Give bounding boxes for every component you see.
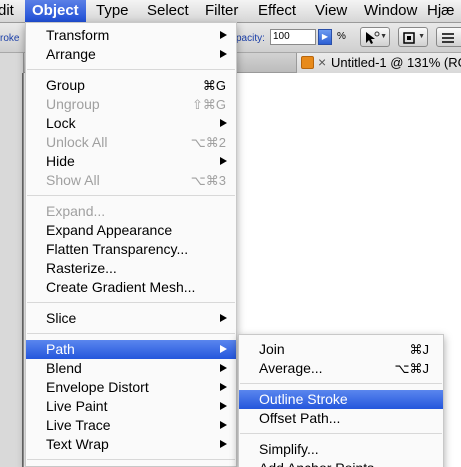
path-submenu: Join ⌘J Average... ⌥⌘J Outline Stroke Of… [238,334,444,467]
select-similar-icon [366,31,380,44]
menu-item-average[interactable]: Average... ⌥⌘J [239,359,443,378]
select-similar-button[interactable]: ▼ [360,27,390,47]
menu-item-simplify[interactable]: Simplify... [239,440,443,459]
menu-item-lock[interactable]: Lock [26,114,236,133]
transform-button[interactable]: ▼ [398,27,428,47]
menu-divider [27,459,235,460]
opacity-unit: % [337,31,346,42]
menu-item-join[interactable]: Join ⌘J [239,340,443,359]
menu-item-flatten-transparency[interactable]: Flatten Transparency... [26,240,236,259]
object-menu: Transform Arrange Group ⌘G Ungroup ⇧⌘G L… [25,22,237,467]
submenu-arrow-icon [220,119,227,127]
menu-item-add-anchor-points[interactable]: Add Anchor Points [239,459,443,467]
menu-item-unlock-all[interactable]: Unlock All ⌥⌘2 [26,133,236,152]
opacity-dropdown-button[interactable]: ▶ [318,29,332,45]
menu-item-slice[interactable]: Slice [26,309,236,328]
chevron-down-icon: ▼ [418,33,425,40]
document-title: Untitled-1 @ 131% (RG [331,55,461,70]
submenu-arrow-icon [220,31,227,39]
chevron-down-icon: ▼ [380,33,387,40]
menu-item-rasterize[interactable]: Rasterize... [26,259,236,278]
submenu-arrow-icon [220,440,227,448]
menu-item-envelope-distort[interactable]: Envelope Distort [26,378,236,397]
illustrator-file-icon [301,56,314,69]
menu-item-live-trace[interactable]: Live Trace [26,416,236,435]
menu-item-live-paint[interactable]: Live Paint [26,397,236,416]
menu-item-arrange[interactable]: Arrange [26,45,236,64]
menu-item-group[interactable]: Group ⌘G [26,76,236,95]
menu-effect[interactable]: Effect [258,0,296,22]
menu-item-outline-stroke[interactable]: Outline Stroke [239,390,443,409]
submenu-arrow-icon [220,383,227,391]
menu-item-path[interactable]: Path [26,340,236,359]
menu-divider [27,333,235,334]
submenu-arrow-icon [220,345,227,353]
menu-view[interactable]: View [315,0,347,22]
submenu-arrow-icon [220,157,227,165]
list-icon [442,33,454,43]
menu-options-button[interactable] [436,27,461,47]
tools-panel-edge [0,53,24,467]
menu-object[interactable]: Object [25,0,86,22]
document-tab[interactable]: × Untitled-1 @ 131% (RG [296,53,461,73]
close-icon[interactable]: × [318,54,326,70]
stroke-label[interactable]: roke [0,33,19,44]
menu-item-create-gradient-mesh[interactable]: Create Gradient Mesh... [26,278,236,297]
transform-icon [403,32,415,44]
menu-type[interactable]: Type [96,0,129,22]
menu-bar: dit Object Type Select Filter Effect Vie… [0,0,461,23]
screen: dit Object Type Select Filter Effect Vie… [0,0,461,467]
submenu-arrow-icon [220,364,227,372]
menu-divider [27,302,235,303]
menu-item-ungroup[interactable]: Ungroup ⇧⌘G [26,95,236,114]
menu-item-transform[interactable]: Transform [26,26,236,45]
menu-divider [240,383,442,384]
artboard-edge [22,73,23,467]
menu-item-hide[interactable]: Hide [26,152,236,171]
submenu-arrow-icon [220,421,227,429]
submenu-arrow-icon [220,50,227,58]
menu-divider [240,433,442,434]
menu-item-expand[interactable]: Expand... [26,202,236,221]
submenu-arrow-icon [220,314,227,322]
menu-item-show-all[interactable]: Show All ⌥⌘3 [26,171,236,190]
menu-divider [27,195,235,196]
menu-divider [27,69,235,70]
menu-select[interactable]: Select [147,0,189,22]
submenu-arrow-icon [220,402,227,410]
menu-item-text-wrap[interactable]: Text Wrap [26,435,236,454]
opacity-input[interactable]: 100 [270,29,316,45]
menu-item-expand-appearance[interactable]: Expand Appearance [26,221,236,240]
opacity-label[interactable]: pacity: [236,33,265,44]
menu-window[interactable]: Window [364,0,417,22]
menu-item-blend[interactable]: Blend [26,359,236,378]
menu-help[interactable]: Hjæ [427,0,455,22]
menu-item-offset-path[interactable]: Offset Path... [239,409,443,428]
menu-edit[interactable]: dit [0,0,14,22]
menu-filter[interactable]: Filter [205,0,238,22]
